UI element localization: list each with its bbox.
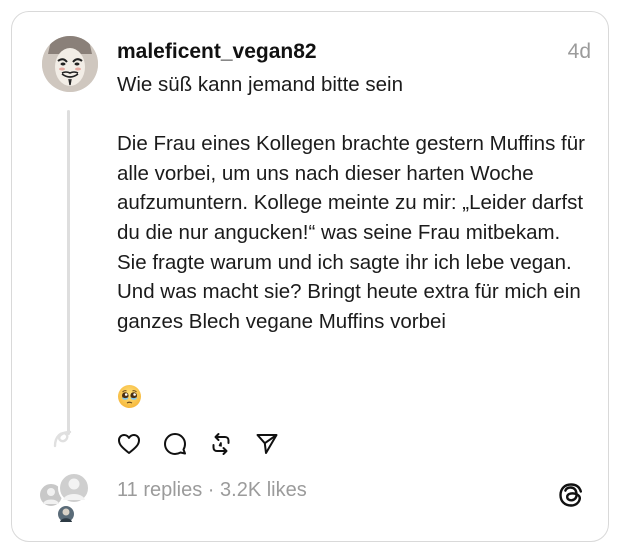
- mask-avatar-icon: [42, 36, 98, 92]
- reply-avatars[interactable]: [38, 472, 102, 528]
- stats-separator: ·: [202, 479, 221, 501]
- replies-count[interactable]: 11 replies: [117, 479, 202, 501]
- comment-icon: [164, 433, 186, 455]
- reply-avatar: [56, 504, 76, 524]
- repost-icon: [212, 433, 230, 455]
- heart-icon: [118, 434, 140, 454]
- share-icon: [256, 434, 278, 454]
- post-username[interactable]: maleficent_vegan82: [117, 40, 317, 64]
- user-photo-icon: [60, 508, 72, 522]
- threads-logo-icon[interactable]: [557, 481, 585, 509]
- pleading-face-emoji-icon: [117, 384, 142, 409]
- thread-loop-icon: [52, 428, 74, 450]
- reply-avatar: [58, 472, 90, 504]
- post-body-text: Wie süß kann jemand bitte sein Die Frau …: [117, 73, 585, 333]
- post-stats: 11 replies · 3.2K likes: [117, 479, 307, 502]
- like-button[interactable]: [117, 430, 163, 458]
- share-button[interactable]: [255, 430, 301, 458]
- reply-button[interactable]: [163, 430, 209, 458]
- repost-button[interactable]: [209, 430, 255, 458]
- post-timestamp[interactable]: 4d: [568, 40, 591, 64]
- post-actions: [117, 430, 301, 458]
- thread-line: [67, 110, 70, 435]
- profile-avatar[interactable]: [42, 36, 98, 92]
- likes-count[interactable]: 3.2K likes: [220, 479, 307, 501]
- default-avatar-icon: [63, 478, 85, 500]
